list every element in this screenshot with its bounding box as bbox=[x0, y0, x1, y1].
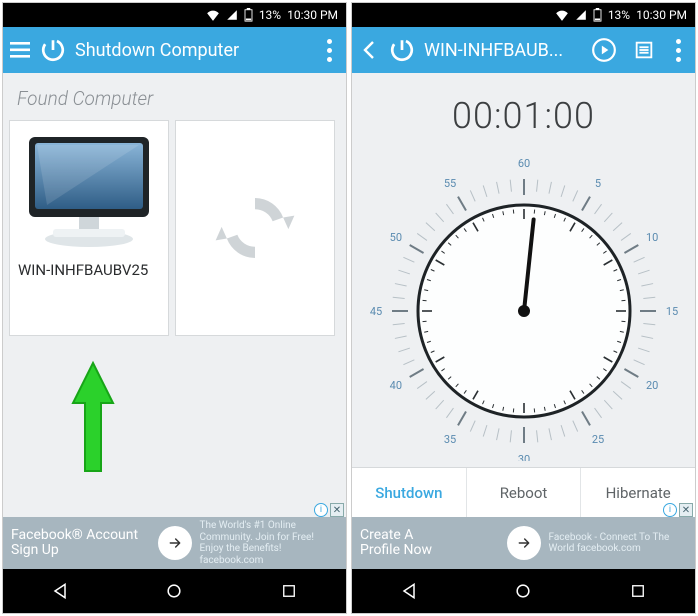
timer-value: 00:01:00 bbox=[352, 95, 695, 137]
tab-shutdown[interactable]: Shutdown bbox=[352, 468, 467, 517]
svg-text:60: 60 bbox=[517, 157, 529, 170]
ad-headline: Facebook® Account Sign Up bbox=[11, 528, 150, 559]
content-area: 00:01:00 60 5 10 15 20 25 30 35 40 45 50 55 Shutdow… bbox=[352, 73, 695, 517]
computer-name: WIN-INHFBAUBV25 bbox=[10, 251, 156, 290]
svg-text:5: 5 bbox=[594, 177, 600, 190]
ad-close-icon[interactable]: ✕ bbox=[330, 503, 344, 517]
play-button[interactable] bbox=[587, 33, 621, 67]
svg-text:50: 50 bbox=[389, 231, 401, 244]
recents-button[interactable] bbox=[269, 571, 309, 611]
action-tabs: Shutdown Reboot Hibernate bbox=[352, 467, 695, 517]
status-bar: 13% 10:30 PM bbox=[3, 3, 346, 27]
svg-text:35: 35 bbox=[443, 433, 455, 446]
battery-pct: 13% bbox=[259, 8, 281, 22]
app-bar: WIN-INHFBAUB... bbox=[352, 27, 695, 73]
wifi-icon bbox=[206, 9, 220, 21]
svg-text:40: 40 bbox=[389, 379, 401, 392]
app-title: WIN-INHFBAUB... bbox=[424, 40, 581, 61]
back-button[interactable] bbox=[358, 33, 380, 67]
timer-dial[interactable]: 60 5 10 15 20 25 30 35 40 45 50 55 bbox=[352, 141, 695, 467]
clock-time: 10:30 PM bbox=[287, 8, 338, 22]
battery-pct: 13% bbox=[608, 8, 630, 22]
arrow-right-icon bbox=[158, 526, 192, 560]
power-icon bbox=[37, 34, 69, 66]
arrow-right-icon bbox=[507, 526, 541, 560]
svg-text:30: 30 bbox=[517, 453, 529, 461]
ad-body: The World's #1 Online Community. Join fo… bbox=[200, 520, 339, 566]
ad-headline: Create A Profile Now bbox=[360, 528, 499, 559]
phone-left: 13% 10:30 PM Shutdown Computer Found Com… bbox=[2, 2, 347, 614]
ad-close-icon[interactable]: ✕ bbox=[679, 503, 693, 517]
annotation-arrow bbox=[63, 353, 123, 473]
ad-info-icon[interactable]: i bbox=[314, 503, 328, 517]
refresh-card[interactable] bbox=[175, 120, 335, 336]
overflow-menu-button[interactable] bbox=[667, 39, 689, 62]
svg-text:55: 55 bbox=[443, 177, 455, 190]
svg-text:10: 10 bbox=[645, 231, 657, 244]
clock-time: 10:30 PM bbox=[636, 8, 687, 22]
battery-icon bbox=[244, 8, 253, 22]
tab-reboot[interactable]: Reboot bbox=[467, 468, 582, 517]
recents-button[interactable] bbox=[618, 571, 658, 611]
list-button[interactable] bbox=[627, 33, 661, 67]
svg-text:20: 20 bbox=[645, 379, 657, 392]
ad-info-icon[interactable]: i bbox=[663, 503, 677, 517]
svg-text:25: 25 bbox=[591, 433, 603, 446]
section-title: Found Computer bbox=[3, 73, 346, 120]
content-area: Found Computer WIN-INHFBAUBV25 bbox=[3, 73, 346, 517]
signal-icon bbox=[226, 9, 238, 21]
computer-card[interactable]: WIN-INHFBAUBV25 bbox=[9, 120, 169, 336]
wifi-icon bbox=[555, 9, 569, 21]
home-button[interactable] bbox=[503, 571, 543, 611]
battery-icon bbox=[593, 8, 602, 22]
power-icon bbox=[386, 34, 418, 66]
phone-right: 13% 10:30 PM WIN-INHFBAUB... 00:01:00 60… bbox=[351, 2, 696, 614]
android-nav-bar bbox=[3, 569, 346, 613]
app-title: Shutdown Computer bbox=[75, 40, 312, 61]
ad-body: Facebook - Connect To The World facebook… bbox=[549, 532, 688, 555]
svg-text:15: 15 bbox=[665, 305, 677, 318]
overflow-menu-button[interactable] bbox=[318, 39, 340, 62]
ad-banner[interactable]: i ✕ Facebook® Account Sign Up The World'… bbox=[3, 517, 346, 569]
status-bar: 13% 10:30 PM bbox=[352, 3, 695, 27]
menu-button[interactable] bbox=[9, 34, 31, 66]
ad-banner[interactable]: i ✕ Create A Profile Now Facebook - Conn… bbox=[352, 517, 695, 569]
android-nav-bar bbox=[352, 569, 695, 613]
home-button[interactable] bbox=[154, 571, 194, 611]
app-bar: Shutdown Computer bbox=[3, 27, 346, 73]
refresh-icon bbox=[210, 183, 300, 273]
back-button[interactable] bbox=[389, 571, 429, 611]
monitor-icon bbox=[19, 131, 159, 251]
signal-icon bbox=[575, 9, 587, 21]
tab-hibernate[interactable]: Hibernate bbox=[581, 468, 695, 517]
svg-text:45: 45 bbox=[369, 305, 381, 318]
back-button[interactable] bbox=[40, 571, 80, 611]
